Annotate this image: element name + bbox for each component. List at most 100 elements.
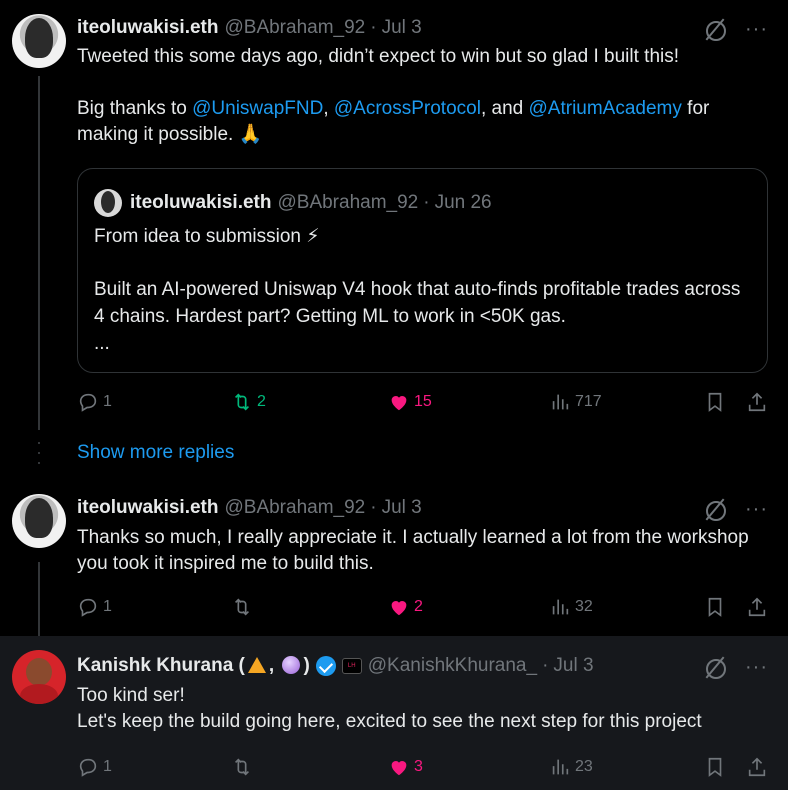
reply-button[interactable]: 1 — [77, 391, 112, 413]
mention-link[interactable]: @UniswapFND — [192, 98, 323, 119]
more-icon[interactable]: ··· — [745, 657, 768, 677]
tweet-line: Big thanks to @UniswapFND, @AcrossProtoc… — [77, 96, 767, 148]
retweet-button[interactable] — [231, 756, 257, 778]
bookmark-button[interactable] — [704, 756, 726, 778]
reply-count: 1 — [103, 598, 112, 615]
crystal-ball-emoji-icon — [282, 656, 301, 674]
tweet-line: Let's keep the build going here, excited… — [77, 711, 702, 732]
quote-line: Built an AI-powered Uniswap V4 hook that… — [94, 279, 746, 327]
show-more-replies-link[interactable]: Show more replies — [77, 442, 234, 464]
tweet-3[interactable]: Kanishk Khurana (, ) LH @KanishkKhurana_… — [0, 636, 788, 790]
tweet-text: Too kind ser! Let's keep the build going… — [77, 683, 767, 735]
reply-icon — [79, 598, 97, 617]
retweet-button[interactable]: 2 — [231, 391, 266, 413]
tweet-2[interactable]: iteoluwakisi.eth @BAbraham_92 · Jul 3 ··… — [0, 480, 788, 636]
views-button[interactable]: 23 — [549, 756, 593, 778]
like-button[interactable]: 2 — [388, 596, 423, 618]
grok-icon[interactable] — [703, 497, 727, 521]
share-icon — [748, 597, 766, 617]
views-icon — [552, 599, 569, 615]
tweet-top-icons: ··· — [703, 497, 768, 521]
author-name[interactable]: Kanishk Khurana (, ) — [77, 655, 310, 677]
action-bar: 1 2 32 — [77, 596, 768, 620]
tweet-top-icons: ··· — [703, 655, 768, 679]
views-icon — [552, 759, 569, 775]
like-count: 15 — [414, 393, 432, 410]
retweet-icon — [234, 393, 250, 411]
quote-author-handle: @BAbraham_92 — [277, 192, 419, 213]
grok-icon[interactable] — [703, 655, 727, 679]
author-handle[interactable]: @KanishkKhurana_ — [368, 655, 537, 677]
separator: · — [370, 17, 377, 38]
tent-emoji-icon — [247, 657, 266, 673]
tweet-1[interactable]: iteoluwakisi.eth @BAbraham_92 · Jul 3 ··… — [0, 0, 788, 430]
tweet-date[interactable]: Jul 3 — [382, 497, 422, 519]
reply-button[interactable]: 1 — [77, 756, 112, 778]
reply-count: 1 — [103, 758, 112, 775]
author-name[interactable]: iteoluwakisi.eth — [77, 17, 218, 39]
retweet-button[interactable] — [231, 596, 257, 618]
separator: · — [370, 497, 377, 518]
views-button[interactable]: 32 — [549, 596, 593, 618]
tweet-date[interactable]: Jul 3 — [382, 17, 422, 39]
views-button[interactable]: 717 — [549, 391, 602, 413]
mention-link[interactable]: @AtriumAcademy — [529, 98, 682, 119]
share-button[interactable] — [746, 391, 768, 413]
heart-icon — [391, 761, 407, 776]
thread-dots — [38, 442, 40, 472]
verified-badge-icon[interactable] — [315, 656, 336, 676]
author-handle[interactable]: @BAbraham_92 — [224, 497, 365, 519]
retweet-icon — [234, 758, 250, 776]
name-text: ) — [303, 655, 310, 676]
avatar[interactable] — [12, 494, 66, 548]
tweet-header: iteoluwakisi.eth @BAbraham_92 · Jul 3 — [77, 497, 422, 519]
reply-icon — [79, 393, 97, 412]
tweet-text: Thanks so much, I really appreciate it. … — [77, 525, 767, 577]
views-count: 32 — [575, 598, 593, 615]
tweet-header: iteoluwakisi.eth @BAbraham_92 · Jul 3 — [77, 17, 422, 39]
avatar[interactable] — [12, 14, 66, 68]
bookmark-icon — [708, 392, 722, 412]
author-handle[interactable]: @BAbraham_92 — [224, 17, 365, 39]
tweet-line: Thanks so much, I really appreciate it. … — [77, 527, 754, 574]
share-icon — [748, 757, 766, 777]
affiliate-badge[interactable]: LH — [341, 658, 362, 674]
more-icon[interactable]: ··· — [745, 19, 768, 39]
quoted-tweet[interactable]: iteoluwakisi.eth @BAbraham_92 · Jun 26 F… — [77, 168, 768, 373]
action-bar: 1 2 15 717 — [77, 391, 768, 415]
like-button[interactable]: 15 — [388, 391, 432, 413]
quote-header: iteoluwakisi.eth @BAbraham_92 · Jun 26 — [94, 189, 492, 217]
text-segment: Big thanks to — [77, 98, 193, 119]
bookmark-icon — [708, 757, 722, 777]
like-button[interactable]: 3 — [388, 756, 423, 778]
reply-button[interactable]: 1 — [77, 596, 112, 618]
like-count: 2 — [414, 598, 423, 615]
tweet-line: Too kind ser! — [77, 685, 185, 706]
bookmark-button[interactable] — [704, 596, 726, 618]
reply-icon — [79, 758, 97, 777]
mention-link[interactable]: @AcrossProtocol — [334, 98, 481, 119]
tweet-top-icons: ··· — [703, 17, 768, 41]
share-button[interactable] — [746, 596, 768, 618]
name-text: , — [268, 655, 280, 676]
retweet-count: 2 — [257, 393, 266, 410]
tweet-text: Tweeted this some days ago, didn’t expec… — [77, 44, 767, 148]
author-name[interactable]: iteoluwakisi.eth — [77, 497, 218, 519]
bookmark-button[interactable] — [704, 391, 726, 413]
reply-count: 1 — [103, 393, 112, 410]
bookmark-icon — [708, 597, 722, 617]
avatar[interactable] — [12, 650, 66, 704]
text-segment: , and — [480, 98, 529, 119]
views-count: 23 — [575, 758, 593, 775]
name-text: Kanishk Khurana ( — [77, 655, 245, 676]
grok-icon[interactable] — [703, 17, 727, 41]
share-button[interactable] — [746, 756, 768, 778]
more-icon[interactable]: ··· — [745, 499, 768, 519]
quote-line: ... — [94, 333, 110, 354]
quote-avatar — [94, 189, 122, 217]
tweet-date[interactable]: Jul 3 — [553, 655, 593, 677]
like-count: 3 — [414, 758, 423, 775]
views-icon — [552, 394, 569, 410]
quote-author-name: iteoluwakisi.eth — [130, 192, 272, 213]
share-icon — [748, 392, 766, 412]
